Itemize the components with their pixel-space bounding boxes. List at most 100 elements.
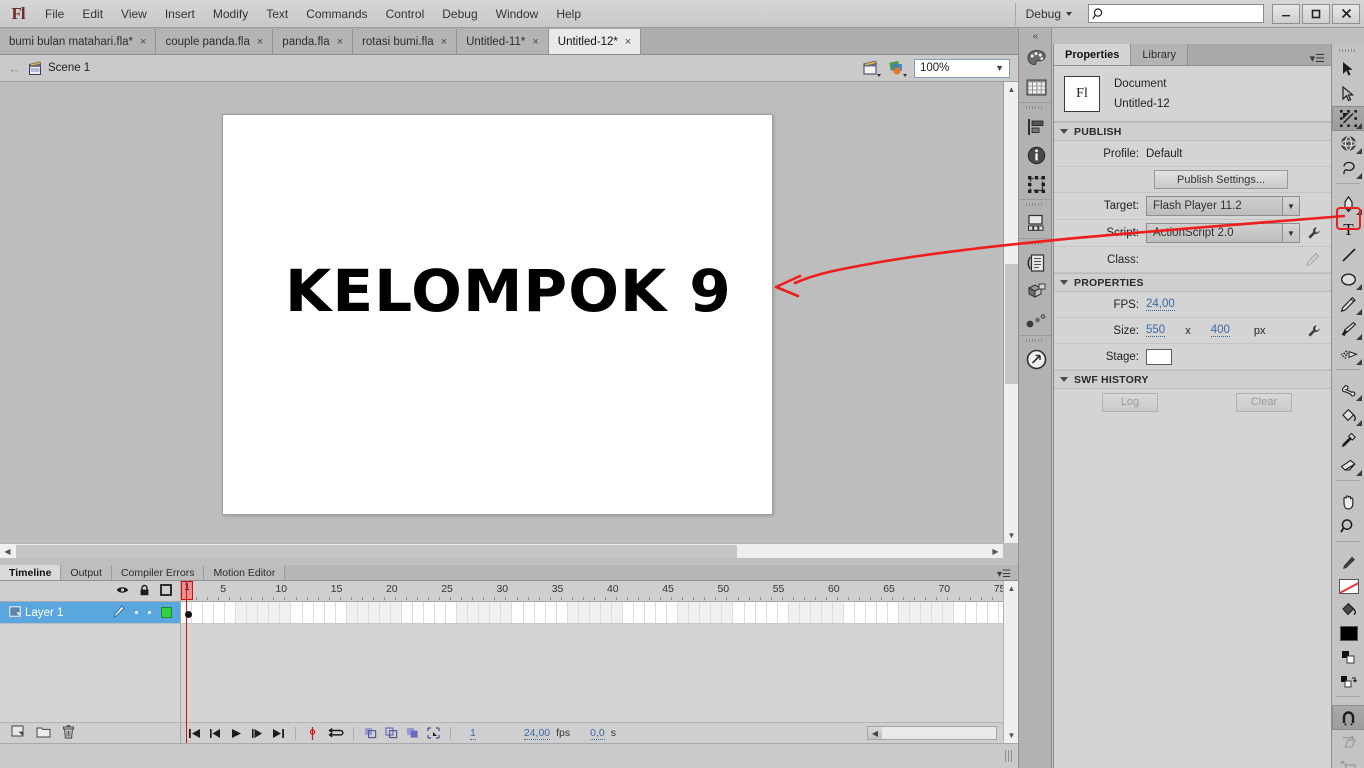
color-swatch-panel-icon[interactable] [1019, 44, 1053, 73]
document-settings-wrench-icon[interactable] [1305, 324, 1323, 338]
bone-tool-icon[interactable] [1332, 378, 1364, 403]
frame-cell[interactable] [822, 602, 833, 624]
frame-cell[interactable] [789, 602, 800, 624]
frame-cell[interactable] [767, 602, 778, 624]
brush-tool-icon[interactable] [1332, 317, 1364, 342]
frame-cell[interactable] [966, 602, 977, 624]
close-button[interactable] [1332, 4, 1360, 24]
chevron-down-icon[interactable]: ▼ [1282, 197, 1299, 215]
frame-cell[interactable] [756, 602, 767, 624]
timeline-layer-row[interactable]: Layer 1 [0, 602, 181, 624]
spray-brush-tool-icon[interactable] [1332, 342, 1364, 367]
swap-colors-icon[interactable] [1332, 669, 1364, 694]
menu-edit[interactable]: Edit [73, 0, 112, 28]
frame-cell[interactable] [711, 602, 722, 624]
menu-window[interactable]: Window [487, 0, 548, 28]
frame-cell[interactable] [932, 602, 943, 624]
frame-cell[interactable] [955, 602, 966, 624]
document-tab-rotasi-bumi[interactable]: rotasi bumi.fla × [353, 29, 457, 54]
frame-cell[interactable] [214, 602, 225, 624]
edit-symbols-icon[interactable] [888, 59, 908, 78]
frame-cell[interactable] [623, 602, 634, 624]
scroll-down-arrow-icon[interactable]: ▼ [1004, 728, 1019, 743]
onion-skin-outlines-icon[interactable] [384, 726, 399, 741]
tab-output[interactable]: Output [61, 565, 112, 580]
stroke-color-icon[interactable] [1332, 550, 1364, 575]
frame-cell[interactable] [667, 602, 678, 624]
step-back-one-frame-button[interactable] [208, 726, 223, 741]
timeline-vertical-scrollbar[interactable]: ▲ ▼ [1003, 581, 1018, 743]
frame-cell[interactable] [280, 602, 291, 624]
target-select[interactable]: Flash Player 11.2 ▼ [1146, 196, 1300, 216]
panel-menu-icon[interactable]: ▾☰ [1304, 52, 1331, 65]
swf-log-button[interactable]: Log [1102, 393, 1158, 412]
tab-compiler-errors[interactable]: Compiler Errors [112, 565, 205, 580]
keyframe-marker[interactable] [185, 611, 192, 618]
lock-icon[interactable] [139, 584, 150, 599]
menu-modify[interactable]: Modify [204, 0, 257, 28]
pencil-tool-icon[interactable] [1332, 292, 1364, 317]
outline-icon[interactable] [160, 584, 172, 599]
center-frame-icon[interactable] [305, 726, 320, 741]
pen-tool-icon[interactable] [1332, 192, 1364, 217]
scroll-left-arrow-icon[interactable]: ◀ [0, 544, 15, 559]
close-icon[interactable]: × [140, 36, 146, 48]
frame-cell[interactable] [656, 602, 667, 624]
frame-cell[interactable] [269, 602, 280, 624]
no-color-swatch[interactable] [1339, 579, 1359, 594]
document-tab-couple-panda[interactable]: couple panda.fla × [156, 29, 273, 54]
zoom-tool-icon[interactable] [1332, 514, 1364, 539]
paint-bucket-tool-icon[interactable] [1332, 403, 1364, 428]
edit-multiple-frames-icon[interactable] [405, 726, 420, 741]
frame-cell[interactable] [557, 602, 568, 624]
info-panel-icon[interactable] [1019, 141, 1053, 170]
swatches-panel-icon[interactable] [1019, 73, 1053, 102]
frame-cell[interactable] [568, 602, 579, 624]
frame-cell[interactable] [977, 602, 988, 624]
menu-insert[interactable]: Insert [156, 0, 204, 28]
hand-tool-icon[interactable] [1332, 489, 1364, 514]
edit-class-pencil-icon[interactable] [1301, 251, 1323, 269]
snap-to-objects-icon[interactable] [1332, 705, 1364, 730]
scroll-right-arrow-icon[interactable]: ▶ [988, 544, 1003, 559]
subselection-tool-icon[interactable] [1332, 81, 1364, 106]
oval-tool-icon[interactable] [1332, 267, 1364, 292]
layer-name-label[interactable]: Layer 1 [25, 607, 63, 619]
size-height-value[interactable]: 400 [1211, 324, 1230, 337]
workspace-switcher[interactable]: Debug [1015, 3, 1082, 25]
document-tab-panda[interactable]: panda.fla × [273, 29, 353, 54]
frame-cell[interactable] [247, 602, 258, 624]
frame-cell[interactable] [479, 602, 490, 624]
frame-cell[interactable] [546, 602, 557, 624]
selection-tool-icon[interactable] [1332, 56, 1364, 81]
script-settings-wrench-icon[interactable] [1305, 226, 1323, 240]
new-folder-icon[interactable] [36, 726, 51, 741]
swf-clear-button[interactable]: Clear [1236, 393, 1292, 412]
frame-cell[interactable] [866, 602, 877, 624]
fps-value[interactable]: 24,00 [1146, 298, 1175, 311]
frame-cell[interactable] [833, 602, 844, 624]
black-color-swatch[interactable] [1340, 626, 1358, 641]
document-tab-bumi-bulan-matahari[interactable]: bumi bulan matahari.fla* × [0, 29, 156, 54]
eraser-tool-icon[interactable] [1332, 453, 1364, 478]
timeline-zoom-scrollbar[interactable]: ◀ [867, 726, 997, 740]
paint-bucket-color-icon[interactable] [1332, 597, 1364, 622]
tab-properties[interactable]: Properties [1054, 44, 1131, 65]
frame-cell[interactable] [734, 602, 745, 624]
scroll-up-arrow-icon[interactable]: ▲ [1004, 581, 1019, 596]
frame-cell[interactable] [435, 602, 446, 624]
frame-cell[interactable] [612, 602, 623, 624]
frame-cell[interactable] [358, 602, 369, 624]
frame-cell[interactable] [490, 602, 501, 624]
frame-cell[interactable] [811, 602, 822, 624]
frame-cell[interactable] [689, 602, 700, 624]
frame-cell[interactable] [292, 602, 303, 624]
scene-panel-icon[interactable] [1019, 209, 1053, 238]
modify-onion-markers-icon[interactable] [426, 726, 441, 741]
stage-color-swatch[interactable] [1146, 349, 1172, 365]
frame-cell[interactable] [943, 602, 954, 624]
timeline-ruler[interactable]: 1 51015202530354045505560657075808590951… [181, 581, 1003, 602]
horizontal-scroll-thumb[interactable] [16, 545, 737, 558]
share-publish-panel-icon[interactable] [1019, 345, 1053, 374]
frame-cell[interactable] [391, 602, 402, 624]
